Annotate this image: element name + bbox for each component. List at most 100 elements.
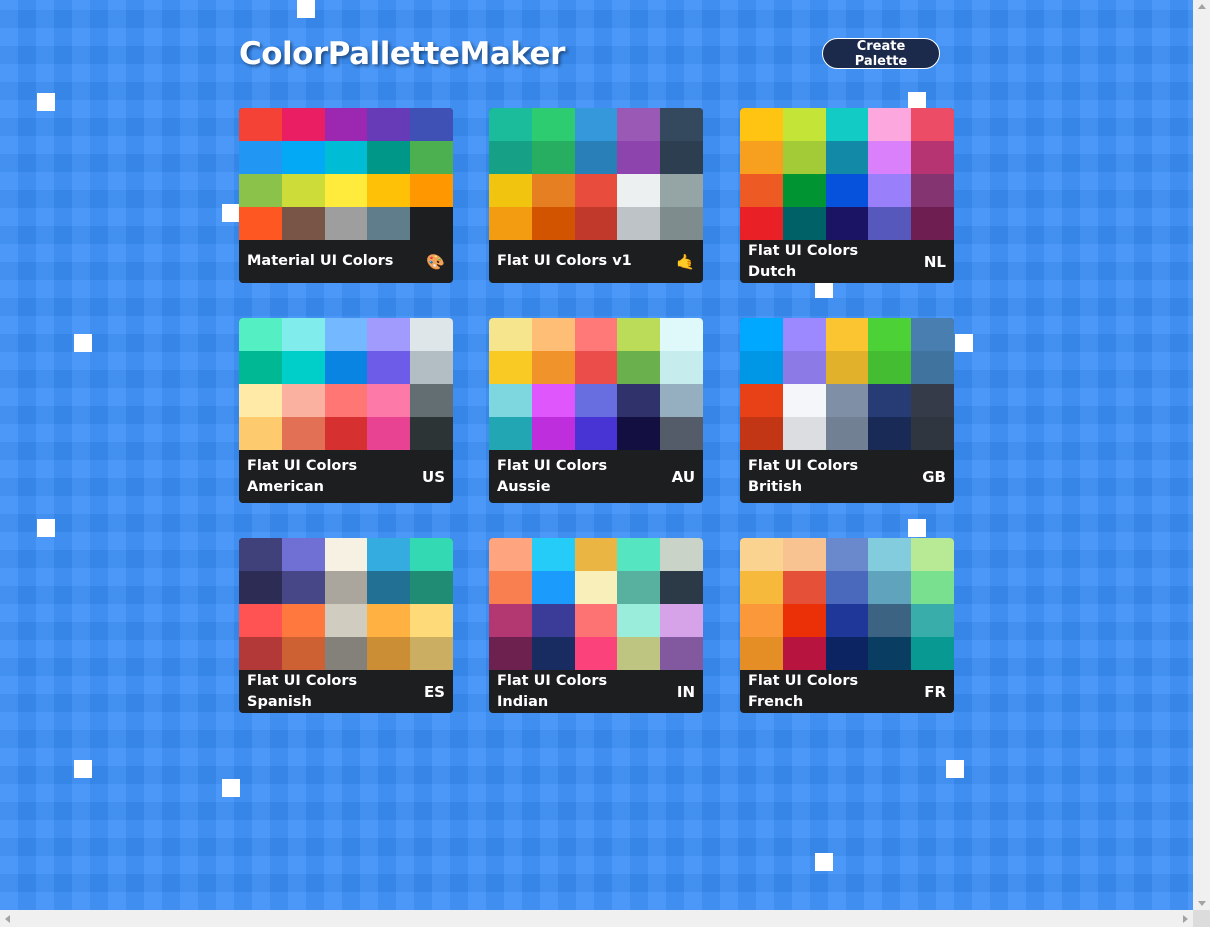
color-swatch xyxy=(660,174,703,207)
palette-emoji-icon: 🎨 xyxy=(426,252,445,271)
color-swatch xyxy=(660,571,703,604)
palette-emoji-icon: IN xyxy=(676,682,695,701)
color-swatch xyxy=(825,351,869,384)
color-swatch xyxy=(410,384,453,417)
palette-card[interactable]: Flat UI Colors French FR xyxy=(740,538,954,713)
color-swatch xyxy=(574,207,618,240)
color-swatch xyxy=(911,604,954,637)
color-swatch xyxy=(782,108,826,141)
palette-emoji-icon: NL xyxy=(923,252,946,271)
color-swatch xyxy=(531,571,575,604)
color-swatch xyxy=(617,318,661,351)
color-swatch xyxy=(324,417,368,450)
palette-swatch-grid xyxy=(489,538,703,670)
color-swatch xyxy=(660,637,703,670)
color-swatch xyxy=(782,637,826,670)
color-swatch xyxy=(531,417,575,450)
decorative-square xyxy=(37,93,55,111)
color-swatch xyxy=(574,637,618,670)
scroll-right-arrow-icon[interactable] xyxy=(1183,915,1188,923)
color-swatch xyxy=(868,637,912,670)
color-swatch xyxy=(660,318,703,351)
color-swatch xyxy=(660,604,703,637)
color-swatch xyxy=(740,384,783,417)
horizontal-scrollbar[interactable] xyxy=(0,910,1193,927)
color-swatch xyxy=(740,571,783,604)
color-swatch xyxy=(660,141,703,174)
palette-card[interactable]: Flat UI Colors Spanish ES xyxy=(239,538,453,713)
decorative-square xyxy=(908,519,926,537)
palette-card[interactable]: Material UI Colors 🎨 xyxy=(239,108,453,283)
palette-card[interactable]: Flat UI Colors British GB xyxy=(740,318,954,503)
color-swatch xyxy=(410,538,453,571)
color-swatch xyxy=(367,318,411,351)
color-swatch xyxy=(489,637,532,670)
palette-emoji-icon: US xyxy=(422,467,445,486)
palette-name: Flat UI Colors Spanish xyxy=(247,672,358,710)
vertical-scrollbar[interactable] xyxy=(1193,0,1210,910)
palette-swatch-grid xyxy=(239,538,453,670)
color-swatch xyxy=(410,141,453,174)
color-swatch xyxy=(367,351,411,384)
color-swatch xyxy=(825,604,869,637)
color-swatch xyxy=(489,351,532,384)
color-swatch xyxy=(782,351,826,384)
color-swatch xyxy=(782,384,826,417)
palette-card-footer: Flat UI Colors Aussie AU xyxy=(489,450,703,503)
color-swatch xyxy=(367,637,411,670)
color-swatch xyxy=(825,141,869,174)
palette-card-footer: Flat UI Colors American US xyxy=(239,450,453,503)
color-swatch xyxy=(489,207,532,240)
palette-card[interactable]: Flat UI Colors American US xyxy=(239,318,453,503)
color-swatch xyxy=(740,417,783,450)
palette-emoji-icon: 🤙 xyxy=(676,252,695,271)
scroll-left-arrow-icon[interactable] xyxy=(5,915,10,923)
color-swatch xyxy=(782,318,826,351)
color-swatch xyxy=(410,604,453,637)
color-swatch xyxy=(911,141,954,174)
color-swatch xyxy=(239,318,282,351)
color-swatch xyxy=(410,108,453,141)
color-swatch xyxy=(367,538,411,571)
color-swatch xyxy=(410,351,453,384)
color-swatch xyxy=(489,571,532,604)
palette-card-footer: Flat UI Colors v1 🤙 xyxy=(489,240,703,283)
color-swatch xyxy=(782,207,826,240)
color-swatch xyxy=(617,571,661,604)
color-swatch xyxy=(868,141,912,174)
color-swatch xyxy=(782,604,826,637)
palette-card[interactable]: Flat UI Colors v1 🤙 xyxy=(489,108,703,283)
color-swatch xyxy=(574,351,618,384)
color-swatch xyxy=(660,384,703,417)
color-swatch xyxy=(531,637,575,670)
color-swatch xyxy=(281,207,325,240)
scroll-up-arrow-icon[interactable] xyxy=(1198,4,1206,9)
color-swatch xyxy=(281,604,325,637)
color-swatch xyxy=(531,207,575,240)
color-swatch xyxy=(489,108,532,141)
color-swatch xyxy=(740,604,783,637)
color-swatch xyxy=(531,174,575,207)
color-swatch xyxy=(489,384,532,417)
scroll-down-arrow-icon[interactable] xyxy=(1198,901,1206,906)
color-swatch xyxy=(239,207,282,240)
color-swatch xyxy=(531,384,575,417)
color-swatch xyxy=(617,384,661,417)
color-swatch xyxy=(617,207,661,240)
palette-emoji-icon: GB xyxy=(922,467,946,486)
create-palette-button[interactable]: Create Palette xyxy=(822,38,940,69)
color-swatch xyxy=(911,108,954,141)
palette-card[interactable]: Flat UI Colors Indian IN xyxy=(489,538,703,713)
decorative-square xyxy=(946,760,964,778)
color-swatch xyxy=(367,141,411,174)
palette-card[interactable]: Flat UI Colors Dutch NL xyxy=(740,108,954,283)
color-swatch xyxy=(825,637,869,670)
palette-swatch-grid xyxy=(740,318,954,450)
color-swatch xyxy=(868,351,912,384)
palette-card[interactable]: Flat UI Colors Aussie AU xyxy=(489,318,703,503)
color-swatch xyxy=(367,174,411,207)
color-swatch xyxy=(239,604,282,637)
color-swatch xyxy=(489,604,532,637)
color-swatch xyxy=(410,571,453,604)
decorative-square xyxy=(222,779,240,797)
